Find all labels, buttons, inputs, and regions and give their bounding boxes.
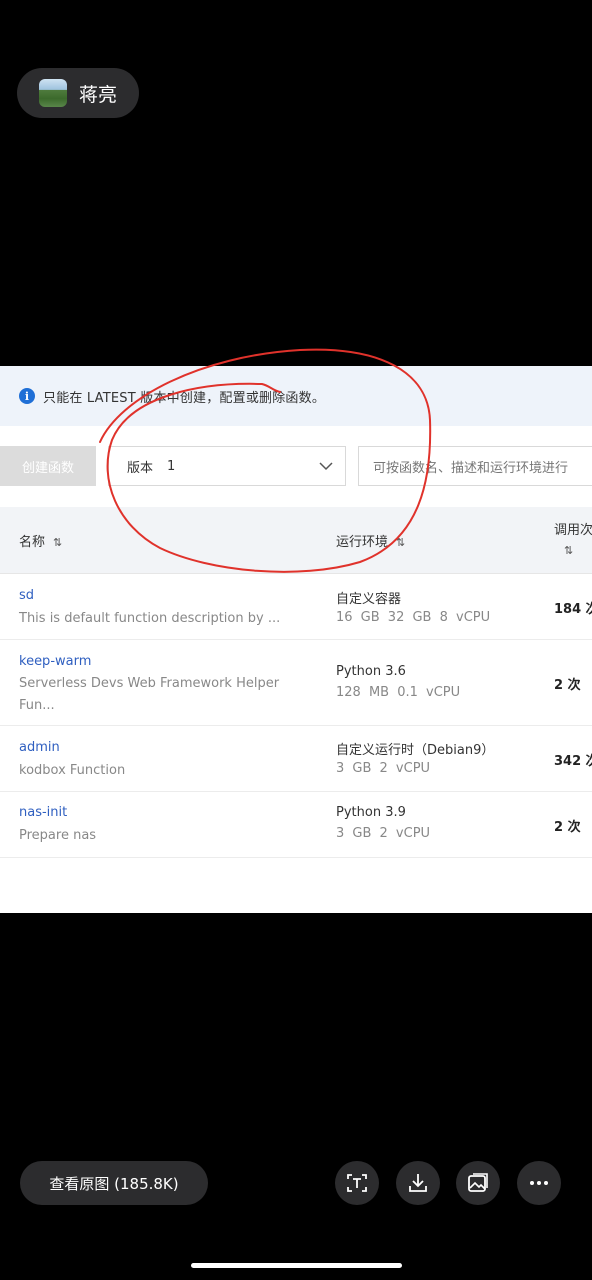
- more-button[interactable]: [517, 1161, 561, 1205]
- annotation-circle: [99, 348, 432, 573]
- download-button[interactable]: [396, 1161, 440, 1205]
- download-icon: [409, 1174, 427, 1192]
- gallery-icon: [468, 1173, 488, 1192]
- text-recognition-button[interactable]: [335, 1161, 379, 1205]
- text-recognition-icon: [347, 1174, 367, 1192]
- more-icon: [530, 1181, 548, 1185]
- gallery-button[interactable]: [456, 1161, 500, 1205]
- home-indicator[interactable]: [191, 1263, 402, 1268]
- view-original-button[interactable]: 查看原图 (185.8K): [20, 1161, 208, 1205]
